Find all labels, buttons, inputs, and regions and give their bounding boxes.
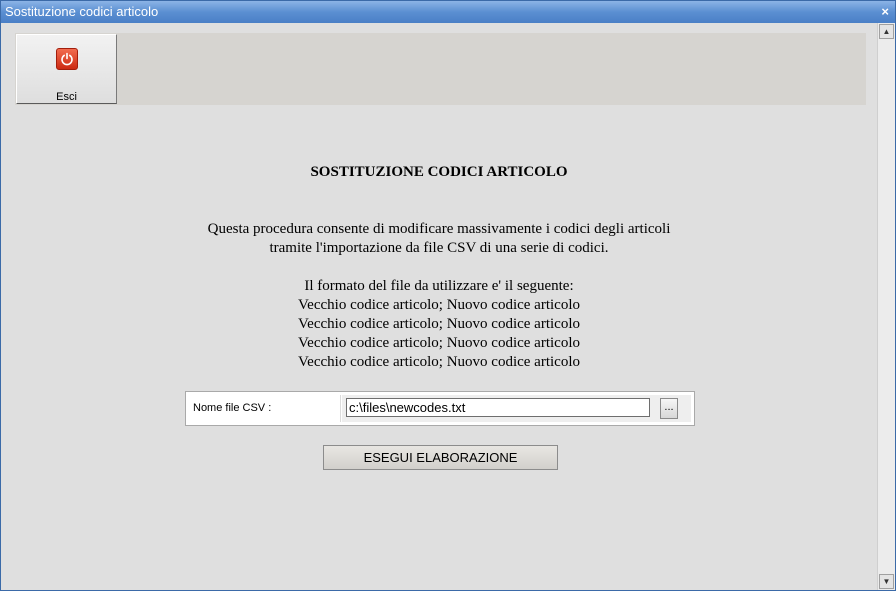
- power-icon: [56, 48, 78, 70]
- browse-button[interactable]: ...: [660, 398, 678, 419]
- csv-file-field-cell: ...: [342, 395, 691, 422]
- csv-file-label: Nome file CSV :: [189, 395, 341, 422]
- csv-file-input[interactable]: [346, 398, 650, 417]
- app-window: Sostituzione codici articolo × Esci SOST…: [0, 0, 896, 591]
- scroll-up-icon[interactable]: ▲: [879, 24, 894, 39]
- window-title: Sostituzione codici articolo: [5, 4, 159, 19]
- file-selection-panel: Nome file CSV : ...: [185, 391, 695, 426]
- page-title: SOSTITUZIONE CODICI ARTICOLO: [310, 164, 568, 180]
- description-line-2: tramite l'importazione da file CSV di un…: [269, 240, 609, 256]
- format-line: Vecchio codice articolo; Nuovo codice ar…: [298, 297, 580, 313]
- format-line: Vecchio codice articolo; Nuovo codice ar…: [298, 316, 580, 332]
- vertical-scrollbar[interactable]: ▲ ▼: [877, 23, 895, 590]
- close-icon[interactable]: ×: [881, 1, 889, 23]
- run-processing-button[interactable]: ESEGUI ELABORAZIONE: [323, 445, 558, 470]
- exit-button[interactable]: Esci: [16, 34, 117, 104]
- format-line: Vecchio codice articolo; Nuovo codice ar…: [298, 335, 580, 351]
- scroll-down-icon[interactable]: ▼: [879, 574, 894, 589]
- client-area: Esci SOSTITUZIONE CODICI ARTICOLO Questa…: [1, 23, 877, 590]
- description-line-1: Questa procedura consente di modificare …: [207, 221, 671, 237]
- title-bar: Sostituzione codici articolo ×: [1, 1, 895, 23]
- toolbar: Esci: [15, 33, 866, 105]
- format-line: Vecchio codice articolo; Nuovo codice ar…: [298, 354, 580, 370]
- format-intro: Il formato del file da utilizzare e' il …: [304, 278, 574, 294]
- exit-button-label: Esci: [56, 91, 77, 103]
